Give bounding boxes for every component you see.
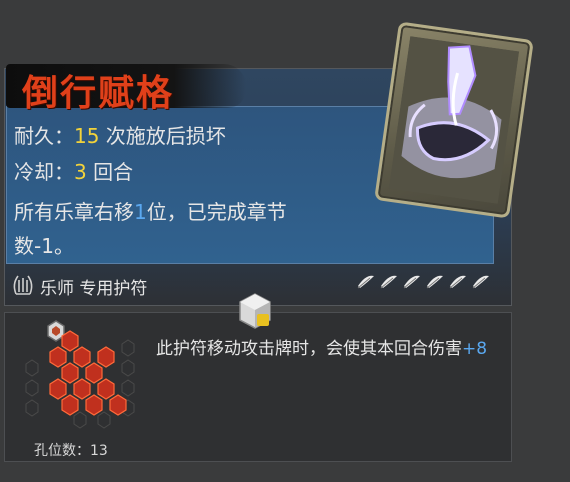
effect-text: 此护符移动攻击牌时，会使其本回合伤害 xyxy=(156,339,462,359)
socket-effect-text: 此护符移动攻击牌时，会使其本回合伤害+8 xyxy=(156,334,506,364)
lyre-class-icon xyxy=(13,275,33,295)
description-line-1: 所有乐章右移1位，已完成章节 xyxy=(14,196,287,225)
item-title: 倒行赋格 xyxy=(22,73,175,114)
cooldown-suffix: 回合 xyxy=(86,160,134,184)
socket-count: 孔位数：13 xyxy=(34,443,108,459)
feather-icon xyxy=(426,275,443,289)
durability-line: 耐久：15 次施放后损坏 xyxy=(14,120,226,149)
durability-label: 耐久： xyxy=(14,124,74,148)
class-label: 乐师 专用护符 xyxy=(40,279,148,299)
cooldown-line: 冷却：3 回合 xyxy=(14,156,133,185)
durability-value: 15 xyxy=(74,124,100,148)
description-text-a: 所有乐章右移 xyxy=(14,200,134,224)
description-line-2: 数-1。 xyxy=(14,234,74,258)
feather-icon xyxy=(357,275,374,289)
card-art-icon xyxy=(388,36,520,204)
feather-icon xyxy=(403,275,420,289)
feather-row xyxy=(356,272,491,290)
cooldown-label: 冷却： xyxy=(14,160,74,184)
feather-icon xyxy=(449,275,466,289)
durability-suffix: 次施放后损坏 xyxy=(99,124,226,148)
feather-icon xyxy=(380,275,397,289)
cooldown-value: 3 xyxy=(74,160,87,184)
description-text-b: 位，已完成章节 xyxy=(146,200,287,224)
charm-card[interactable] xyxy=(374,21,534,219)
socket-hex-grid[interactable] xyxy=(18,318,144,430)
feather-icon xyxy=(472,275,489,289)
cube-icon[interactable] xyxy=(238,292,272,330)
effect-bonus: +8 xyxy=(462,339,488,359)
description-number: 1 xyxy=(134,200,147,224)
